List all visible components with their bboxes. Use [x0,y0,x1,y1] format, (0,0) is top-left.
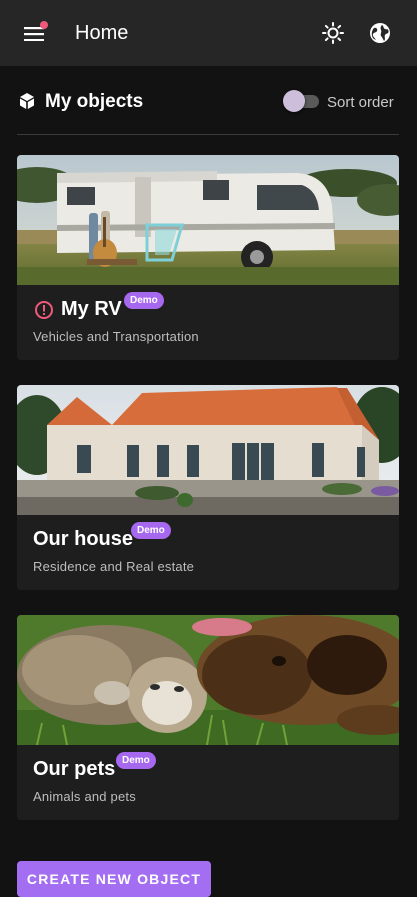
page-title: Home [75,22,129,44]
menu-icon [24,27,44,41]
menu-button[interactable] [20,19,50,49]
card-title: My RV [61,298,122,320]
create-new-object-button[interactable]: CREATE NEW OBJECT [17,861,211,897]
card-subtitle: Vehicles and Transportation [33,329,199,344]
demo-badge: Demo [116,752,156,769]
pets-photo [17,615,399,745]
globe-icon [370,23,390,43]
house-photo [17,385,399,515]
divider [17,134,399,135]
rv-photo [17,155,399,285]
card-title: Our pets [33,758,116,780]
demo-badge: Demo [131,522,171,539]
warning-icon [35,301,53,319]
app-bar: Home [0,0,417,66]
card-subtitle: Residence and Real estate [33,559,195,574]
toggle-thumb [283,90,305,112]
card-title: Our house [33,528,134,550]
sort-order-toggle[interactable] [283,90,319,112]
demo-badge: Demo [124,292,164,309]
object-card-house[interactable]: Our house Demo Residence and Real estate [17,385,399,590]
card-subtitle: Animals and pets [33,789,136,804]
brightness-icon [322,22,344,44]
theme-toggle-button[interactable] [320,20,346,46]
cube-icon [20,93,34,109]
main-content: My objects Sort order My RV Demo Vehicle… [0,66,417,897]
sort-order-label: Sort order [327,94,394,111]
notification-dot [40,21,48,29]
section-title: My objects [45,91,144,112]
language-button[interactable] [367,20,393,46]
object-card-rv[interactable]: My RV Demo Vehicles and Transportation [17,155,399,360]
object-card-pets[interactable]: Our pets Demo Animals and pets [17,615,399,820]
section-header: My objects Sort order [18,88,399,116]
